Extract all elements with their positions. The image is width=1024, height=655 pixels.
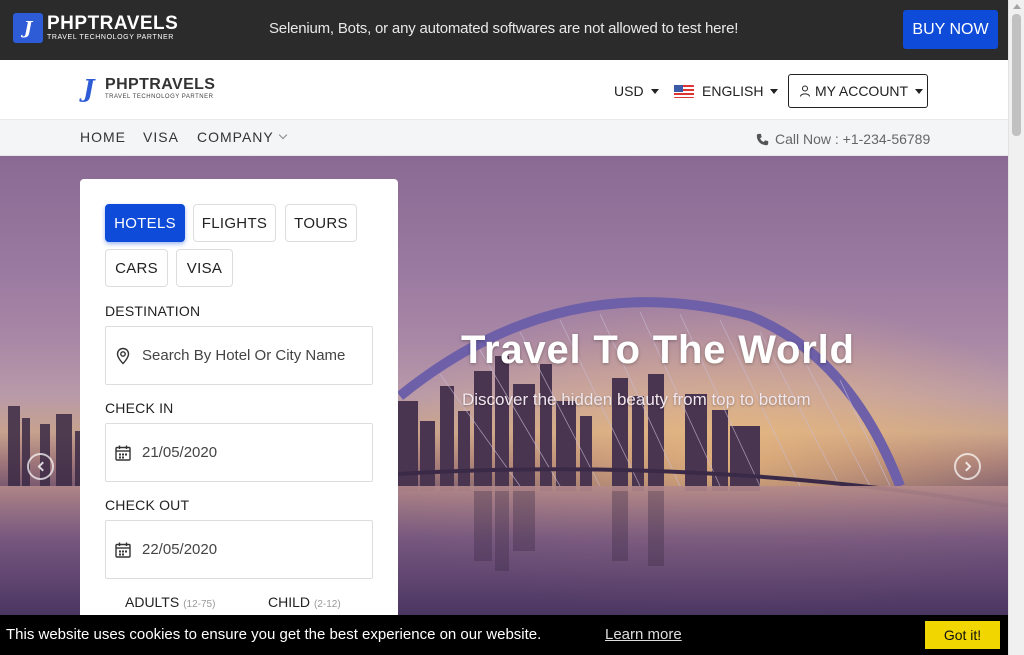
nav-item-label: HOME (80, 129, 126, 145)
my-account-label: MY ACCOUNT (815, 83, 909, 99)
cookie-message: This website uses cookies to ensure you … (6, 626, 542, 643)
slider-next-button[interactable] (954, 453, 981, 480)
slider-prev-button[interactable] (27, 453, 54, 480)
search-panel: HOTELS FLIGHTS TOURS CARS VISA DESTINATI… (80, 179, 398, 639)
topbar-logo-tagline: TRAVEL TECHNOLOGY PARTNER (47, 34, 174, 41)
caret-down-icon (770, 88, 779, 94)
topbar-logo[interactable]: J PHPTRAVELS TRAVEL TECHNOLOGY PARTNER (13, 13, 178, 43)
language-label: ENGLISH (702, 83, 764, 99)
tab-visa[interactable]: VISA (176, 249, 233, 287)
calendar-icon (115, 542, 131, 558)
chevron-down-icon (278, 130, 287, 140)
nav-item-home[interactable]: HOME (80, 129, 126, 145)
nav-item-label: COMPANY (197, 129, 274, 145)
nav-item-label: VISA (143, 129, 179, 145)
header-logo[interactable]: J PHPTRAVELS TRAVEL TECHNOLOGY PARTNER (83, 74, 215, 103)
hero-subtitle: Discover the hidden beauty from top to b… (462, 390, 811, 409)
nav-item-visa[interactable]: VISA (143, 129, 179, 145)
scroll-up-icon[interactable] (1013, 4, 1021, 9)
currency-label: USD (614, 83, 644, 99)
header-logo-name: PHPTRAVELS (105, 75, 216, 93)
language-dropdown[interactable]: ENGLISH (674, 83, 779, 99)
adults-label-text: ADULTS (125, 594, 180, 610)
topbar-logo-name: PHPTRAVELS (47, 13, 179, 34)
scrollbar-thumb[interactable] (1012, 14, 1021, 136)
adults-range: (12-75) (183, 599, 216, 610)
page-scrollbar[interactable] (1008, 0, 1024, 655)
caret-down-icon (915, 88, 924, 94)
child-label: CHILD (2-12) (268, 594, 341, 610)
chevron-left-icon (37, 461, 47, 472)
learn-more-link[interactable]: Learn more (605, 626, 682, 643)
cookie-accept-button[interactable]: Got it! (925, 621, 1000, 649)
child-range: (2-12) (314, 599, 341, 610)
currency-dropdown[interactable]: USD (614, 83, 659, 99)
tab-tours[interactable]: TOURS (285, 204, 357, 242)
my-account-button[interactable]: MY ACCOUNT (788, 74, 928, 108)
location-pin-icon (116, 347, 130, 364)
main-header: J PHPTRAVELS TRAVEL TECHNOLOGY PARTNER U… (0, 60, 1008, 120)
checkout-date-value: 22/05/2020 (142, 541, 218, 558)
calendar-icon (115, 445, 131, 461)
checkin-date-input[interactable]: 21/05/2020 (105, 423, 373, 482)
bot-warning-notice: Selenium, Bots, or any automated softwar… (269, 20, 739, 37)
logo-icon: J (13, 13, 43, 43)
buy-now-button[interactable]: BUY NOW (903, 10, 998, 49)
destination-placeholder: Search By Hotel Or City Name (142, 347, 346, 364)
logo-icon: J (83, 74, 95, 103)
user-icon (800, 85, 810, 97)
checkin-label: CHECK IN (105, 400, 174, 416)
chevron-right-icon (961, 461, 971, 472)
child-label-text: CHILD (268, 594, 311, 610)
adults-label: ADULTS (12-75) (125, 594, 215, 610)
cookie-consent-bar: This website uses cookies to ensure you … (0, 615, 1008, 655)
checkin-date-value: 21/05/2020 (142, 444, 218, 461)
checkout-date-input[interactable]: 22/05/2020 (105, 520, 373, 579)
destination-label: DESTINATION (105, 303, 201, 319)
tab-flights[interactable]: FLIGHTS (193, 204, 276, 242)
phone-icon (756, 133, 769, 145)
destination-input[interactable]: Search By Hotel Or City Name (105, 326, 373, 385)
hero-title: Travel To The World (461, 328, 855, 372)
main-nav: HOME VISA COMPANY Call Now : +1-234-5678… (0, 120, 1008, 156)
top-bar: J PHPTRAVELS TRAVEL TECHNOLOGY PARTNER S… (0, 0, 1008, 60)
tab-cars[interactable]: CARS (105, 249, 168, 287)
call-now[interactable]: Call Now : +1-234-56789 (756, 131, 930, 147)
tab-hotels[interactable]: HOTELS (105, 204, 185, 242)
checkout-label: CHECK OUT (105, 497, 190, 513)
header-logo-tagline: TRAVEL TECHNOLOGY PARTNER (105, 93, 214, 100)
us-flag-icon (674, 84, 694, 98)
caret-down-icon (650, 88, 659, 94)
call-now-text: Call Now : +1-234-56789 (775, 131, 931, 147)
nav-item-company[interactable]: COMPANY (197, 129, 287, 145)
